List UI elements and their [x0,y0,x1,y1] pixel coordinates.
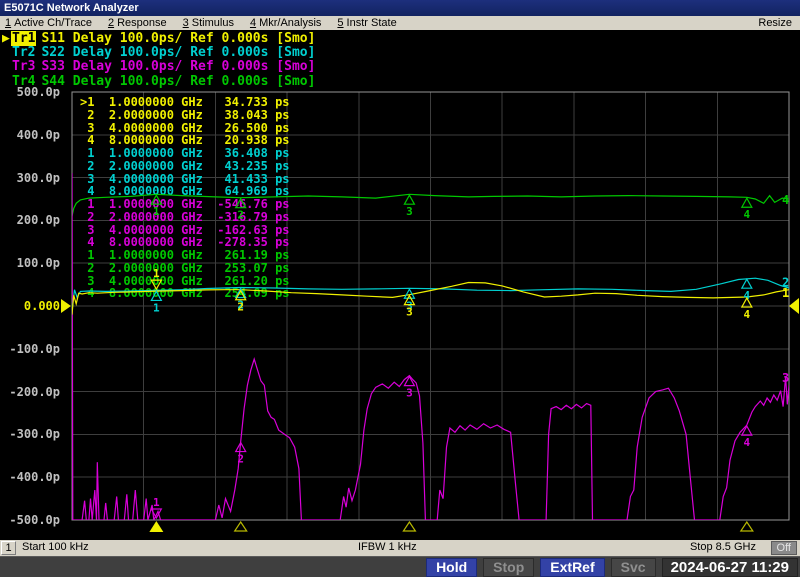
menu-item-mkr-analysis[interactable]: 4Mkr/Analysis [250,16,321,30]
menu-bar: 1Active Ch/Trace 2Response 3Stimulus 4Mk… [0,16,800,30]
trace-definitions: ▶Tr1S11 Delay 100.0ps/ Ref 0.000s [Smo]T… [2,31,315,88]
menu-item-active-ch-trace[interactable]: 1Active Ch/Trace [5,16,92,30]
trace-format: S22 Delay 100.0ps/ Ref 0.000s [Smo] [41,45,315,60]
y-axis-tick-label: -300.0p [0,427,60,441]
marker-readout-row: 3 4.0000000 GHz 261.20 ps [80,274,290,287]
marker-readout-row: 1 1.0000000 GHz 36.408 ps [80,146,290,159]
stop-frequency-label: Stop 8.5 GHz [690,541,756,553]
y-axis-tick-label: -500.0p [0,513,60,527]
y-axis-tick-label: -200.0p [0,385,60,399]
marker-readout-row: 3 4.0000000 GHz 41.433 ps [80,172,290,185]
app-window: E5071C Network Analyzer 1Active Ch/Trace… [0,0,800,577]
marker-readout-row: 3 4.0000000 GHz 26.500 ps [80,121,290,134]
marker-readout-row: 3 4.0000000 GHz -162.63 ps [80,223,290,236]
y-axis-tick-label: 100.0p [0,256,60,270]
marker-readout-row: 1 1.0000000 GHz -546.76 ps [80,197,290,210]
marker-readout-row: 2 2.0000000 GHz 43.235 ps [80,159,290,172]
window-title: E5071C Network Analyzer [4,2,139,14]
marker-readout-row: 2 2.0000000 GHz -316.79 ps [80,210,290,223]
svc-indicator: Svc [611,558,656,577]
trace-def-tr4[interactable]: Tr4 S44 Delay 100.0ps/ Ref 0.000s [Smo] [2,74,315,88]
marker-readout-row: 4 8.0000000 GHz -278.35 ps [80,235,290,248]
marker-readout-row: 4 8.0000000 GHz 20.938 ps [80,133,290,146]
window-titlebar: E5071C Network Analyzer [0,0,800,16]
trace-format: S44 Delay 100.0ps/ Ref 0.000s [Smo] [41,74,315,89]
menu-item-instr-state[interactable]: 5Instr State [337,16,396,30]
y-axis-tick-label: -400.0p [0,470,60,484]
trace-def-tr3[interactable]: Tr3 S33 Delay 100.0ps/ Ref 0.000s [Smo] [2,59,315,73]
channel-status-bar: 1 Start 100 kHz IFBW 1 kHz Stop 8.5 GHz … [0,540,800,556]
trace-format: S11 Delay 100.0ps/ Ref 0.000s [Smo] [41,31,315,46]
start-frequency-label: Start 100 kHz [22,541,89,553]
active-trace-arrow-icon: ▶ [2,31,11,46]
resize-button[interactable]: Resize [758,16,800,30]
y-axis-tick-label: 200.0p [0,213,60,227]
menu-item-stimulus[interactable]: 3Stimulus [183,16,234,30]
trace-id: Tr3 [11,59,36,74]
marker-readout-row: 4 8.0000000 GHz 254.09 ps [80,286,290,299]
trace-def-tr2[interactable]: Tr2 S22 Delay 100.0ps/ Ref 0.000s [Smo] [2,45,315,59]
marker-readout-row: 2 2.0000000 GHz 38.043 ps [80,108,290,121]
trace-id: Tr2 [11,45,36,60]
y-axis-tick-label: 0.000 [0,299,60,313]
marker-readout-row: >1 1.0000000 GHz 34.733 ps [80,95,290,108]
y-axis-tick-label: 400.0p [0,128,60,142]
marker-readout-row: 2 2.0000000 GHz 253.07 ps [80,261,290,274]
trace-format: S33 Delay 100.0ps/ Ref 0.000s [Smo] [41,59,315,74]
instrument-status-bar: Hold Stop ExtRef Svc 2024-06-27 11:29 [0,556,800,577]
datetime-display: 2024-06-27 11:29 [662,558,798,577]
menu-item-response[interactable]: 2Response [108,16,167,30]
trace-def-tr1[interactable]: ▶Tr1 S11 Delay 100.0ps/ Ref 0.000s [Smo] [2,31,315,45]
stop-indicator: Stop [483,558,534,577]
extref-indicator: ExtRef [540,558,604,577]
channel-number: 1 [1,541,16,555]
y-axis-tick-label: -100.0p [0,342,60,356]
marker-readout-table: >1 1.0000000 GHz 34.733 ps 2 2.0000000 G… [80,95,290,299]
marker-readout-row: 1 1.0000000 GHz 261.19 ps [80,248,290,261]
ifbw-label: IFBW 1 kHz [358,541,417,553]
off-badge: Off [771,541,797,555]
trace-id: Tr1 [11,31,36,46]
y-axis-tick-label: 300.0p [0,171,60,185]
trace-id: Tr4 [11,74,36,89]
marker-readout-row: 4 8.0000000 GHz 64.969 ps [80,184,290,197]
hold-indicator: Hold [426,558,477,577]
